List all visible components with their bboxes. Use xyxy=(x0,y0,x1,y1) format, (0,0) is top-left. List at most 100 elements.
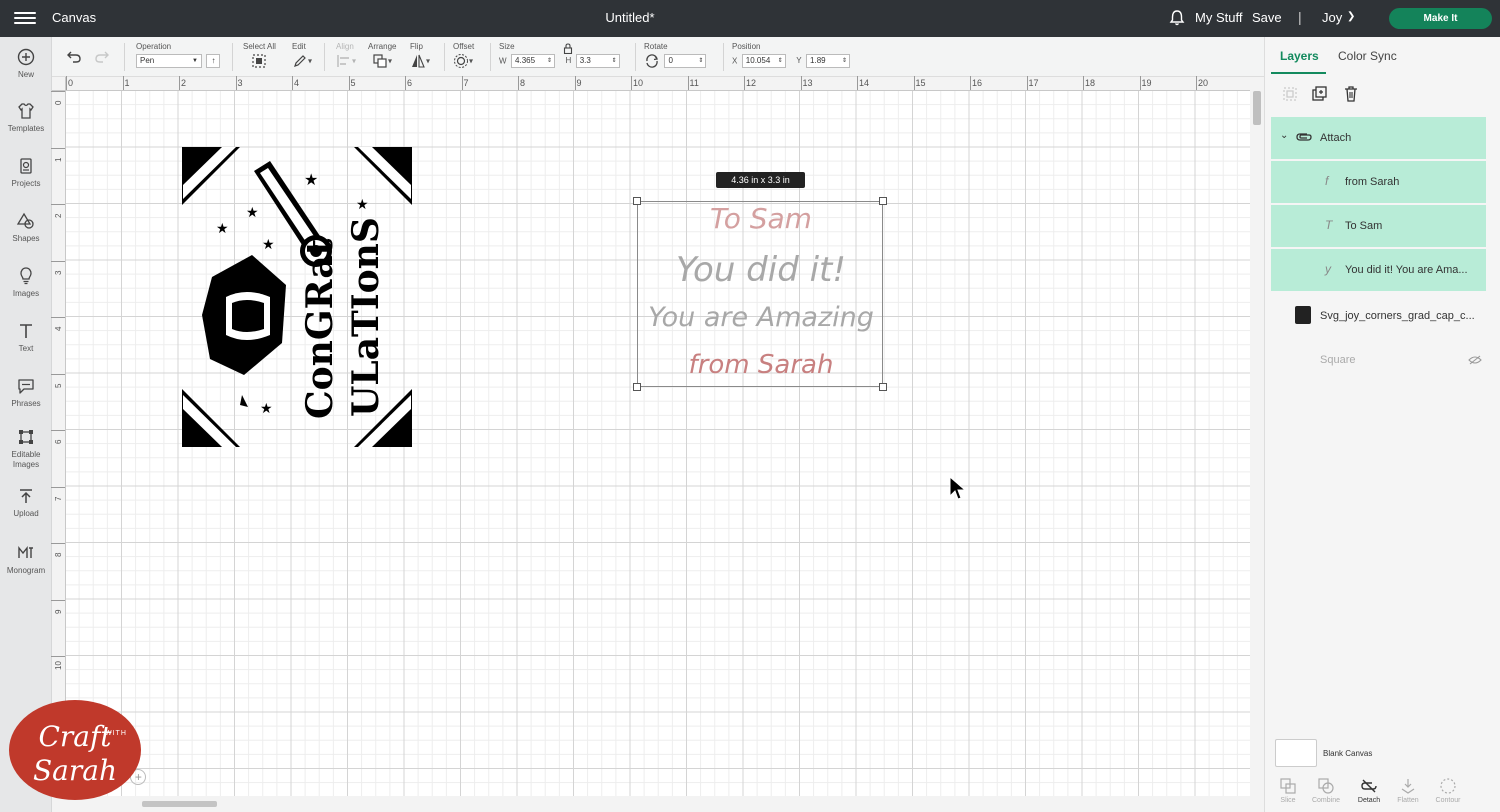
text-selection-box[interactable]: To Sam You did it! You are Amazing from … xyxy=(633,197,887,391)
flip-icon[interactable] xyxy=(410,53,426,69)
ruler-tick xyxy=(51,599,65,601)
svg-text:★: ★ xyxy=(262,236,275,252)
x-position-input[interactable]: 10.054 ⇕ xyxy=(741,53,786,68)
hidden-eye-icon[interactable] xyxy=(1468,355,1482,365)
flatten-button[interactable]: Flatten xyxy=(1388,777,1428,804)
save-button[interactable]: Save xyxy=(1252,10,1282,25)
resize-handle-bottom-left[interactable] xyxy=(633,383,641,391)
make-it-button[interactable]: Make It xyxy=(1389,8,1492,29)
layer-to-sam[interactable]: T To Sam xyxy=(1271,205,1486,247)
ruler-tick xyxy=(1083,76,1084,90)
svg-text:★: ★ xyxy=(304,172,318,189)
ruler-corner xyxy=(52,77,66,91)
arrange-icon[interactable] xyxy=(372,53,388,69)
ruler-tick-label: 18 xyxy=(1085,78,1096,88)
machine-selector[interactable]: Joy xyxy=(1322,10,1342,25)
stepper-icon[interactable]: ⇕ xyxy=(698,55,703,67)
editable-images-button[interactable]: Editable Images xyxy=(0,427,52,470)
contour-button[interactable]: Contour xyxy=(1428,777,1468,804)
chevron-down-icon[interactable]: ❯ xyxy=(1347,11,1355,22)
stepper-icon[interactable]: ⇕ xyxy=(778,55,783,67)
ruler-tick xyxy=(51,543,65,544)
text-button[interactable]: Text xyxy=(0,321,52,354)
chevron-down-icon[interactable]: ⌄ xyxy=(1280,130,1288,141)
stepper-icon[interactable]: ⇕ xyxy=(612,55,617,67)
position-label: Position xyxy=(732,42,761,51)
ruler-tick-label: 0 xyxy=(54,100,63,105)
horizontal-scrollbar[interactable] xyxy=(52,796,1264,812)
ruler-tick xyxy=(518,76,519,90)
layer-you-did-it[interactable]: y You did it! You are Ama... xyxy=(1271,249,1486,291)
combine-button[interactable]: Combine xyxy=(1306,777,1346,804)
editable-images-icon xyxy=(19,430,33,444)
layer-from-sarah[interactable]: f from Sarah xyxy=(1271,161,1486,203)
height-input[interactable]: 3.3 ⇕ xyxy=(575,53,620,68)
ruler-tick-label: 1 xyxy=(54,157,63,162)
redo-icon[interactable] xyxy=(94,50,110,64)
ruler-tick xyxy=(405,76,406,90)
flatten-label: Flatten xyxy=(1397,797,1419,804)
notification-bell-icon[interactable] xyxy=(1168,9,1186,27)
slice-button[interactable]: Slice xyxy=(1268,777,1308,804)
tab-layers[interactable]: Layers xyxy=(1280,49,1319,63)
ruler-tick xyxy=(292,76,293,90)
combine-icon xyxy=(1318,778,1334,794)
offset-icon[interactable] xyxy=(453,53,469,69)
align-icon[interactable] xyxy=(336,53,352,69)
new-button[interactable]: New xyxy=(0,47,52,80)
edit-caret-icon[interactable]: ▾ xyxy=(308,56,312,65)
toolbar-separator xyxy=(324,43,325,71)
tab-color-sync[interactable]: Color Sync xyxy=(1338,49,1397,63)
images-button[interactable]: Images xyxy=(0,266,52,299)
flip-caret-icon[interactable]: ▾ xyxy=(426,56,430,65)
projects-button[interactable]: Projects xyxy=(0,156,52,189)
trash-icon[interactable] xyxy=(1342,85,1360,103)
craft-with-sarah-logo: Craft WITH Sarah xyxy=(9,700,141,800)
rotate-input[interactable]: 0 ⇕ xyxy=(664,53,707,68)
duplicate-icon[interactable] xyxy=(1311,85,1329,103)
detach-button[interactable]: Detach xyxy=(1349,777,1389,804)
operation-select[interactable]: Pen ▼ xyxy=(136,53,202,68)
rail-label-new: New xyxy=(17,70,34,79)
ruler-tick-label: 4 xyxy=(294,78,300,88)
ruler-tick-label: 8 xyxy=(520,78,526,88)
operation-info-button[interactable]: ↑ xyxy=(206,53,221,68)
templates-button[interactable]: Templates xyxy=(0,101,52,134)
layer-svg-grad-cap[interactable]: Svg_joy_corners_grad_cap_c... xyxy=(1271,295,1486,337)
layer-attach[interactable]: ⌄ Attach xyxy=(1271,117,1486,159)
resize-handle-bottom-right[interactable] xyxy=(879,383,887,391)
scrollbar-thumb[interactable] xyxy=(1253,91,1261,125)
phrases-button[interactable]: Phrases xyxy=(0,376,52,409)
rail-label-shapes: Shapes xyxy=(12,234,40,243)
offset-caret-icon[interactable]: ▾ xyxy=(469,56,473,65)
layer-square[interactable]: Square xyxy=(1271,339,1486,381)
stepper-icon[interactable]: ⇕ xyxy=(547,55,552,67)
lock-icon[interactable] xyxy=(563,43,573,54)
y-position-input[interactable]: 1.89 ⇕ xyxy=(806,53,851,68)
toolbar-separator xyxy=(723,43,724,71)
graduation-design-image[interactable]: ★ ★ ★ ★ ★ ★ ConGRat ULaTIonS xyxy=(182,147,412,447)
document-title[interactable]: Untitled* xyxy=(560,10,700,25)
group-icon[interactable] xyxy=(1281,85,1299,103)
arrange-caret-icon[interactable]: ▾ xyxy=(388,56,392,65)
select-all-icon[interactable] xyxy=(251,53,267,69)
stepper-icon[interactable]: ⇕ xyxy=(842,55,847,67)
scrollbar-thumb[interactable] xyxy=(142,801,217,807)
width-input[interactable]: 4.365 ⇕ xyxy=(511,53,556,68)
upload-button[interactable]: Upload xyxy=(0,486,52,519)
hamburger-menu-icon[interactable] xyxy=(14,9,36,27)
toolbar-separator xyxy=(444,43,445,71)
rail-label-templates: Templates xyxy=(7,124,45,133)
ruler-tick xyxy=(51,373,65,375)
ruler-tick xyxy=(857,76,858,90)
operation-value: Pen xyxy=(140,55,155,65)
edit-group: Edit ▾ xyxy=(292,42,312,70)
my-stuff-link[interactable]: My Stuff xyxy=(1195,10,1242,25)
blank-canvas-swatch[interactable] xyxy=(1275,739,1317,767)
detach-label: Detach xyxy=(1357,797,1381,804)
vertical-scrollbar[interactable] xyxy=(1250,77,1264,796)
pencil-icon[interactable] xyxy=(292,53,308,69)
monogram-button[interactable]: Monogram xyxy=(0,543,52,576)
undo-icon[interactable] xyxy=(66,50,82,64)
shapes-button[interactable]: Shapes xyxy=(0,211,52,244)
